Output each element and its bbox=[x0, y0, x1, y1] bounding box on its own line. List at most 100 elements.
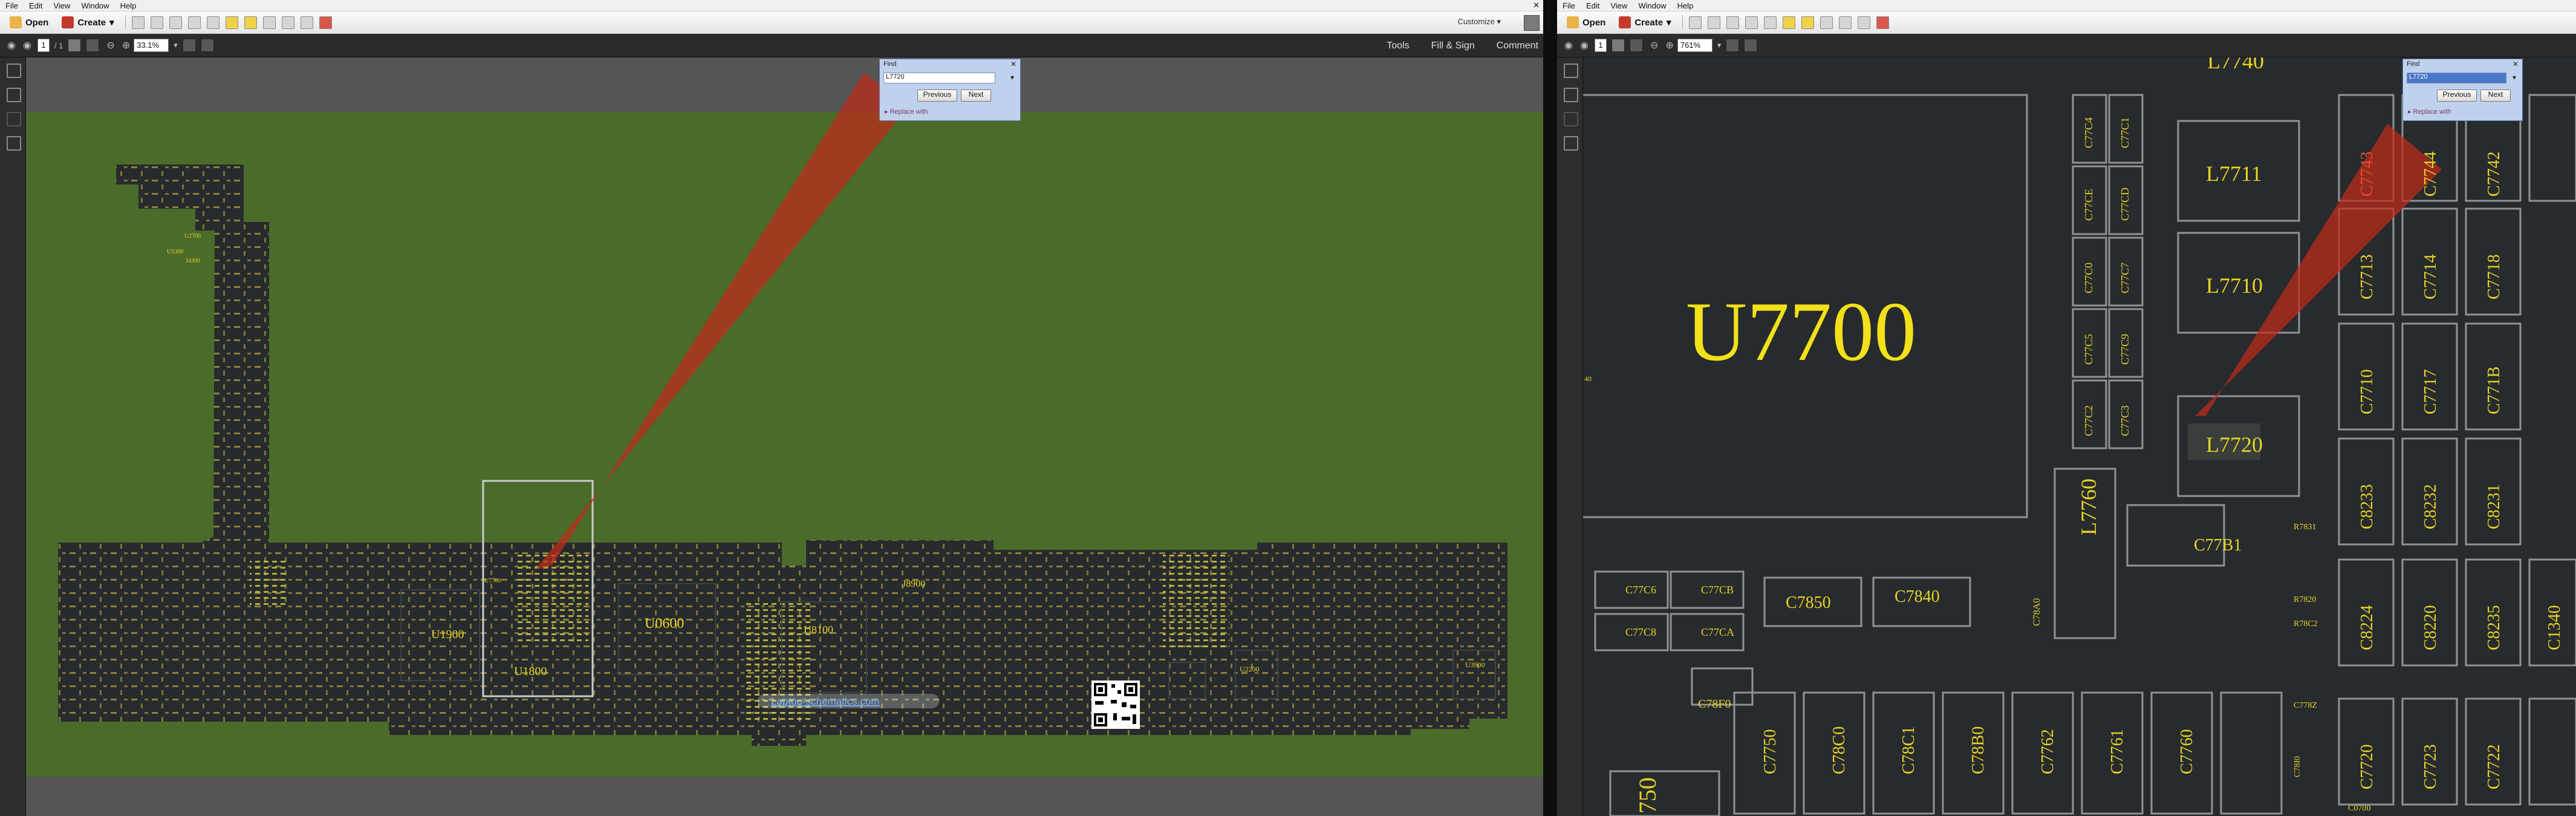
find-next-button[interactable]: Next bbox=[961, 90, 991, 102]
menu-edit[interactable]: Edit bbox=[24, 1, 48, 10]
folder-icon bbox=[1567, 16, 1579, 28]
menu-help[interactable]: Help bbox=[1672, 1, 1699, 10]
label-r78c2: R78C2 bbox=[2294, 619, 2318, 628]
signature-icon[interactable] bbox=[1564, 112, 1578, 126]
navigation-pane-right bbox=[1557, 57, 1583, 816]
page-number-input[interactable]: 1 bbox=[1594, 39, 1607, 52]
save-icon[interactable] bbox=[1688, 16, 1702, 29]
chevron-down-icon: ▾ bbox=[109, 18, 114, 28]
attach-icon[interactable] bbox=[281, 16, 294, 29]
stamp-icon[interactable] bbox=[1820, 16, 1833, 29]
menu-help[interactable]: Help bbox=[115, 1, 142, 10]
pages-icon[interactable] bbox=[7, 64, 21, 78]
watermark-link[interactable]: Laptop-schematics.com bbox=[758, 694, 939, 708]
read-mode-icon[interactable] bbox=[1744, 39, 1758, 52]
edit-icon[interactable] bbox=[1745, 16, 1758, 29]
prev-page-icon[interactable]: ◉ bbox=[7, 39, 16, 51]
label-c1340: C1340 bbox=[2545, 605, 2564, 650]
redact-icon[interactable] bbox=[1876, 16, 1889, 29]
email-icon[interactable] bbox=[1763, 16, 1777, 29]
email-icon[interactable] bbox=[206, 16, 220, 29]
zoom-dropdown-icon[interactable]: ▾ bbox=[174, 41, 178, 50]
bookmark-icon[interactable] bbox=[7, 88, 21, 102]
prev-page-icon[interactable]: ◉ bbox=[1564, 39, 1573, 51]
stamp-icon[interactable] bbox=[262, 16, 276, 29]
close-find-icon[interactable]: ✕ bbox=[1010, 60, 1016, 68]
close-find-icon[interactable]: ✕ bbox=[2513, 60, 2519, 68]
print-icon[interactable] bbox=[169, 16, 182, 29]
bookmark-icon[interactable] bbox=[1564, 88, 1578, 102]
zoom-in-icon[interactable]: ⊕ bbox=[122, 39, 130, 51]
close-icon[interactable]: ✕ bbox=[1533, 1, 1540, 10]
sign-icon[interactable] bbox=[300, 16, 313, 29]
zoomed-board-drawing: U7700 40 L7740 L7711 L7710 L7720 L7760 C… bbox=[1583, 57, 2576, 816]
hand-tool-icon[interactable] bbox=[86, 39, 100, 52]
save-icon[interactable] bbox=[131, 16, 145, 29]
page-number-input[interactable]: 1 bbox=[37, 39, 50, 52]
label-c77cd: C77CD bbox=[2119, 188, 2131, 221]
find-dropdown-icon[interactable]: ▾ bbox=[2513, 73, 2516, 82]
redact-icon[interactable] bbox=[319, 16, 332, 29]
signature-icon[interactable] bbox=[7, 112, 21, 126]
pages-icon[interactable] bbox=[1564, 64, 1578, 78]
label-c8232: C8232 bbox=[2421, 484, 2440, 529]
cloud-icon[interactable] bbox=[150, 16, 163, 29]
edit-icon[interactable] bbox=[187, 16, 201, 29]
layers-icon[interactable] bbox=[7, 136, 21, 151]
read-mode-icon[interactable] bbox=[200, 39, 214, 52]
menu-window[interactable]: Window bbox=[1633, 1, 1671, 10]
sign-icon[interactable] bbox=[1857, 16, 1870, 29]
menu-view[interactable]: View bbox=[48, 1, 76, 10]
select-tool-icon[interactable] bbox=[1611, 39, 1625, 52]
label-c8220: C8220 bbox=[2421, 605, 2440, 650]
highlight-icon[interactable] bbox=[1801, 16, 1814, 29]
next-page-icon[interactable]: ◉ bbox=[1580, 39, 1589, 51]
zoom-level-input[interactable]: 761% bbox=[1677, 39, 1712, 52]
menu-file[interactable]: File bbox=[1557, 1, 1581, 10]
comment-icon[interactable] bbox=[1782, 16, 1795, 29]
print-icon[interactable] bbox=[1726, 16, 1739, 29]
comment-icon[interactable] bbox=[225, 16, 238, 29]
fullscreen-button[interactable] bbox=[1524, 15, 1540, 31]
create-button[interactable]: Create ▾ bbox=[1615, 15, 1674, 30]
customize-dropdown[interactable]: Customize ▾ bbox=[1457, 17, 1501, 27]
tools-link[interactable]: Tools bbox=[1387, 41, 1409, 51]
open-button[interactable]: Open bbox=[6, 15, 52, 30]
watermark-link-text[interactable]: Laptop-schematics.com bbox=[771, 696, 880, 707]
fit-page-icon[interactable] bbox=[182, 39, 196, 52]
find-dropdown-icon[interactable]: ▾ bbox=[1010, 73, 1014, 82]
fill-sign-link[interactable]: Fill & Sign bbox=[1431, 41, 1475, 51]
label-c7750: C7750 bbox=[1761, 729, 1780, 774]
cloud-icon[interactable] bbox=[1707, 16, 1720, 29]
fit-page-icon[interactable] bbox=[1726, 39, 1740, 52]
open-button[interactable]: Open bbox=[1563, 15, 1609, 30]
find-next-button[interactable]: Next bbox=[2480, 90, 2511, 102]
menu-window[interactable]: Window bbox=[76, 1, 114, 10]
select-tool-icon[interactable] bbox=[68, 39, 82, 52]
zoom-out-icon[interactable]: ⊖ bbox=[1650, 39, 1658, 51]
zoomed-document-view[interactable]: U7700 40 L7740 L7711 L7710 L7720 L7760 C… bbox=[1583, 57, 2576, 816]
replace-with-option[interactable]: ▸ Replace with bbox=[885, 108, 928, 116]
comment-link[interactable]: Comment bbox=[1497, 41, 1538, 51]
layers-icon[interactable] bbox=[1564, 136, 1578, 151]
zoom-dropdown-icon[interactable]: ▾ bbox=[1717, 41, 1722, 50]
label-u8100: U8100 bbox=[804, 624, 833, 636]
menu-edit[interactable]: Edit bbox=[1581, 1, 1605, 10]
menu-file[interactable]: File bbox=[0, 1, 24, 10]
replace-with-option[interactable]: ▸ Replace with bbox=[2408, 108, 2451, 116]
hand-tool-icon[interactable] bbox=[1629, 39, 1643, 52]
next-page-icon[interactable]: ◉ bbox=[23, 39, 31, 51]
create-button[interactable]: Create ▾ bbox=[58, 15, 117, 30]
find-previous-button[interactable]: Previous bbox=[2437, 90, 2477, 102]
zoom-out-icon[interactable]: ⊖ bbox=[106, 39, 114, 51]
highlight-icon[interactable] bbox=[244, 16, 257, 29]
zoom-in-icon[interactable]: ⊕ bbox=[1665, 39, 1673, 51]
zoom-level-input[interactable]: 33.1% bbox=[134, 39, 169, 52]
label-c77c7: C77C7 bbox=[2119, 263, 2131, 293]
document-view[interactable]: U1900 U1800 U0600 U8100 J8900 U2200 U390… bbox=[26, 57, 1543, 816]
attach-icon[interactable] bbox=[1838, 16, 1852, 29]
find-previous-button[interactable]: Previous bbox=[917, 90, 957, 102]
find-input[interactable]: L7720 bbox=[883, 73, 995, 83]
find-input[interactable]: L7720 bbox=[2407, 73, 2506, 83]
menu-view[interactable]: View bbox=[1605, 1, 1633, 10]
